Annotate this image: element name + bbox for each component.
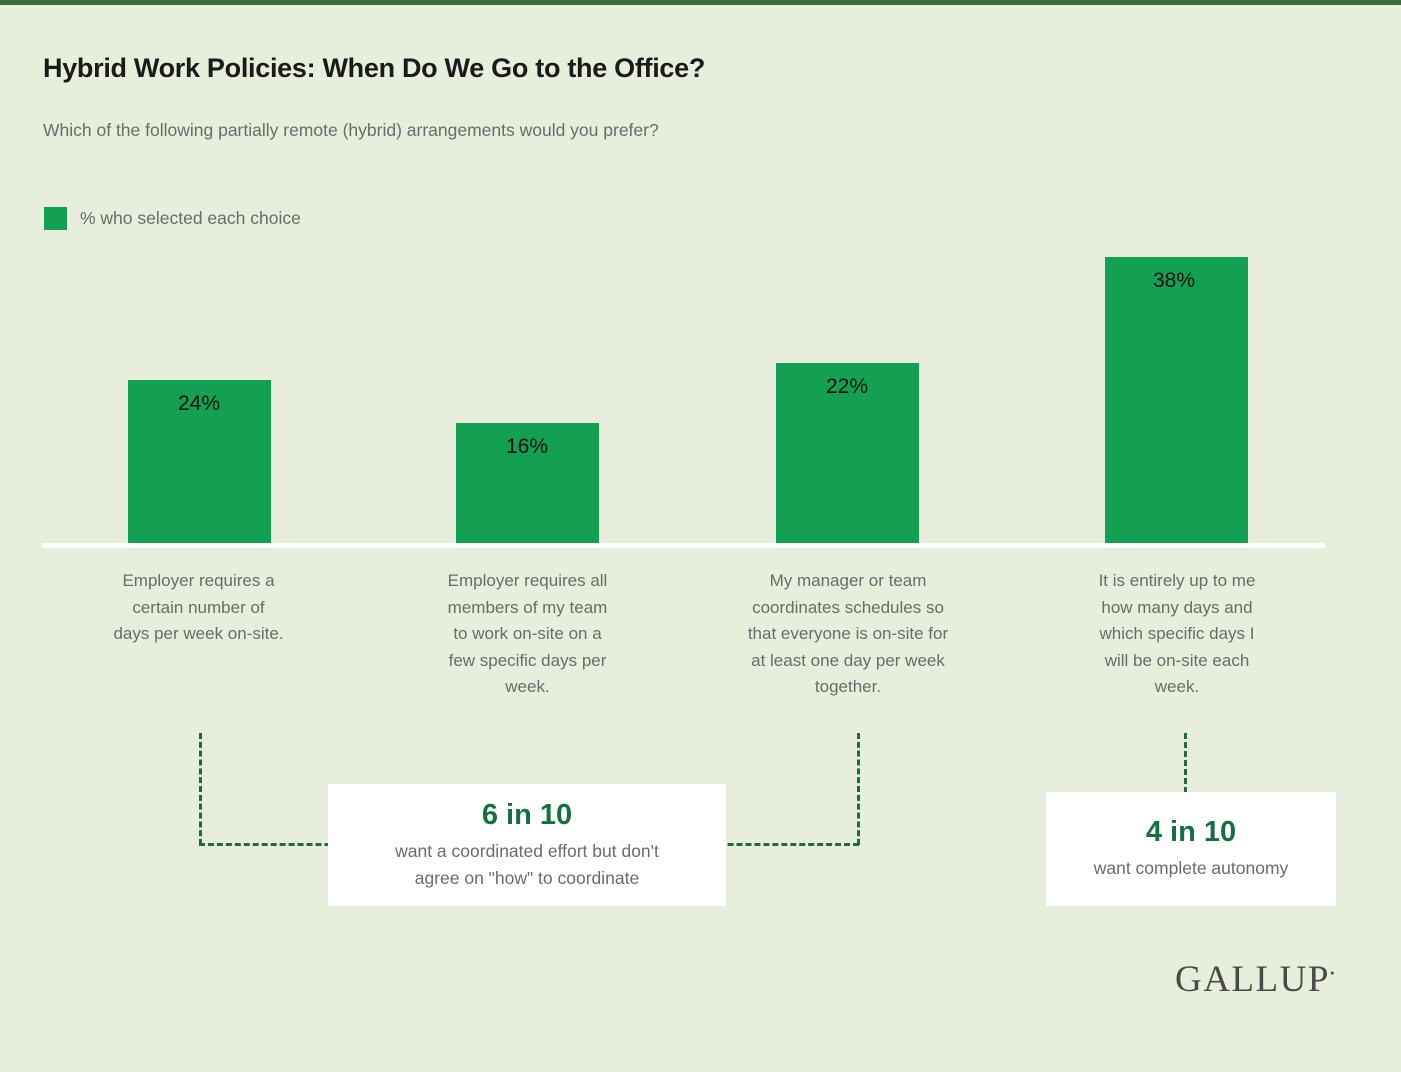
category-label-3-line-4: week. (1154, 677, 1200, 696)
gallup-logo-mark: • (1329, 965, 1336, 981)
category-label-2-line-1: coordinates schedules so (752, 597, 944, 617)
callout-coordinated-body-line-1: agree on "how" to coordinate (414, 867, 640, 888)
callout-autonomy-body-line-0: want complete autonomy (1093, 858, 1289, 878)
category-label-2-line-4: together. (814, 677, 882, 696)
category-label-2: My manager or team coordinates schedules… (718, 568, 978, 701)
category-label-1-line-4: week. (505, 677, 550, 696)
category-label-0-line-0: Employer requires a (122, 571, 275, 590)
category-label-3-line-0: It is entirely up to me (1098, 571, 1256, 590)
bar-value-1: 16% (506, 435, 549, 458)
infographic-root: Hybrid Work Policies: When Do We Go to t… (0, 0, 1401, 1072)
bracket-right-stem-icon (857, 733, 860, 845)
category-label-1-line-2: to work on-site on a (453, 624, 602, 643)
category-label-0-line-2: days per week on-site. (113, 624, 284, 643)
chart-plot-area: 24% 16% 22% 38% Employer requires a cert… (0, 0, 1401, 1072)
category-label-2-line-3: at least one day per week (751, 650, 945, 670)
callout-coordinated-headline: 6 in 10 (481, 798, 573, 831)
callout-autonomy: 4 in 10 want complete autonomy (1046, 792, 1336, 906)
autonomy-stem-icon (1184, 733, 1187, 793)
bracket-left-stem-icon (199, 733, 202, 845)
category-label-1-line-0: Employer requires all (447, 571, 608, 590)
callout-coordinated-body: want a coordinated effort but don't agre… (383, 838, 671, 892)
category-label-0: Employer requires a certain number of da… (60, 568, 337, 648)
bar-value-3: 38% (1153, 269, 1196, 292)
category-label-0-line-1: certain number of (132, 597, 265, 617)
gallup-logo-text: GALLUP (1174, 959, 1330, 1000)
callout-coordinated-body-line-0: want a coordinated effort but don't (395, 840, 659, 861)
callout-autonomy-headline: 4 in 10 (1145, 816, 1237, 848)
category-label-3: It is entirely up to me how many days an… (1055, 568, 1299, 701)
callout-autonomy-body: want complete autonomy (1082, 855, 1301, 882)
bar-3[interactable] (1105, 257, 1248, 543)
bar-value-2: 22% (826, 375, 869, 398)
axis-baseline (42, 543, 1325, 548)
bar-value-0: 24% (178, 392, 221, 415)
category-label-2-line-0: My manager or team (769, 571, 927, 590)
category-label-3-line-1: how many days and (1101, 597, 1253, 617)
category-label-1: Employer requires all members of my team… (406, 568, 649, 701)
bar-series: 24% 16% 22% 38% (0, 0, 1401, 1072)
gallup-logo: GALLUP• (1175, 958, 1336, 1001)
category-label-1-line-1: members of my team (447, 597, 608, 617)
callout-coordinated: 6 in 10 want a coordinated effort but do… (328, 784, 726, 906)
category-label-3-line-2: which specific days I (1099, 624, 1255, 643)
category-label-3-line-3: will be on-site each (1104, 650, 1250, 670)
category-label-2-line-2: that everyone is on-site for (747, 624, 949, 643)
category-label-1-line-3: few specific days per (448, 650, 607, 670)
